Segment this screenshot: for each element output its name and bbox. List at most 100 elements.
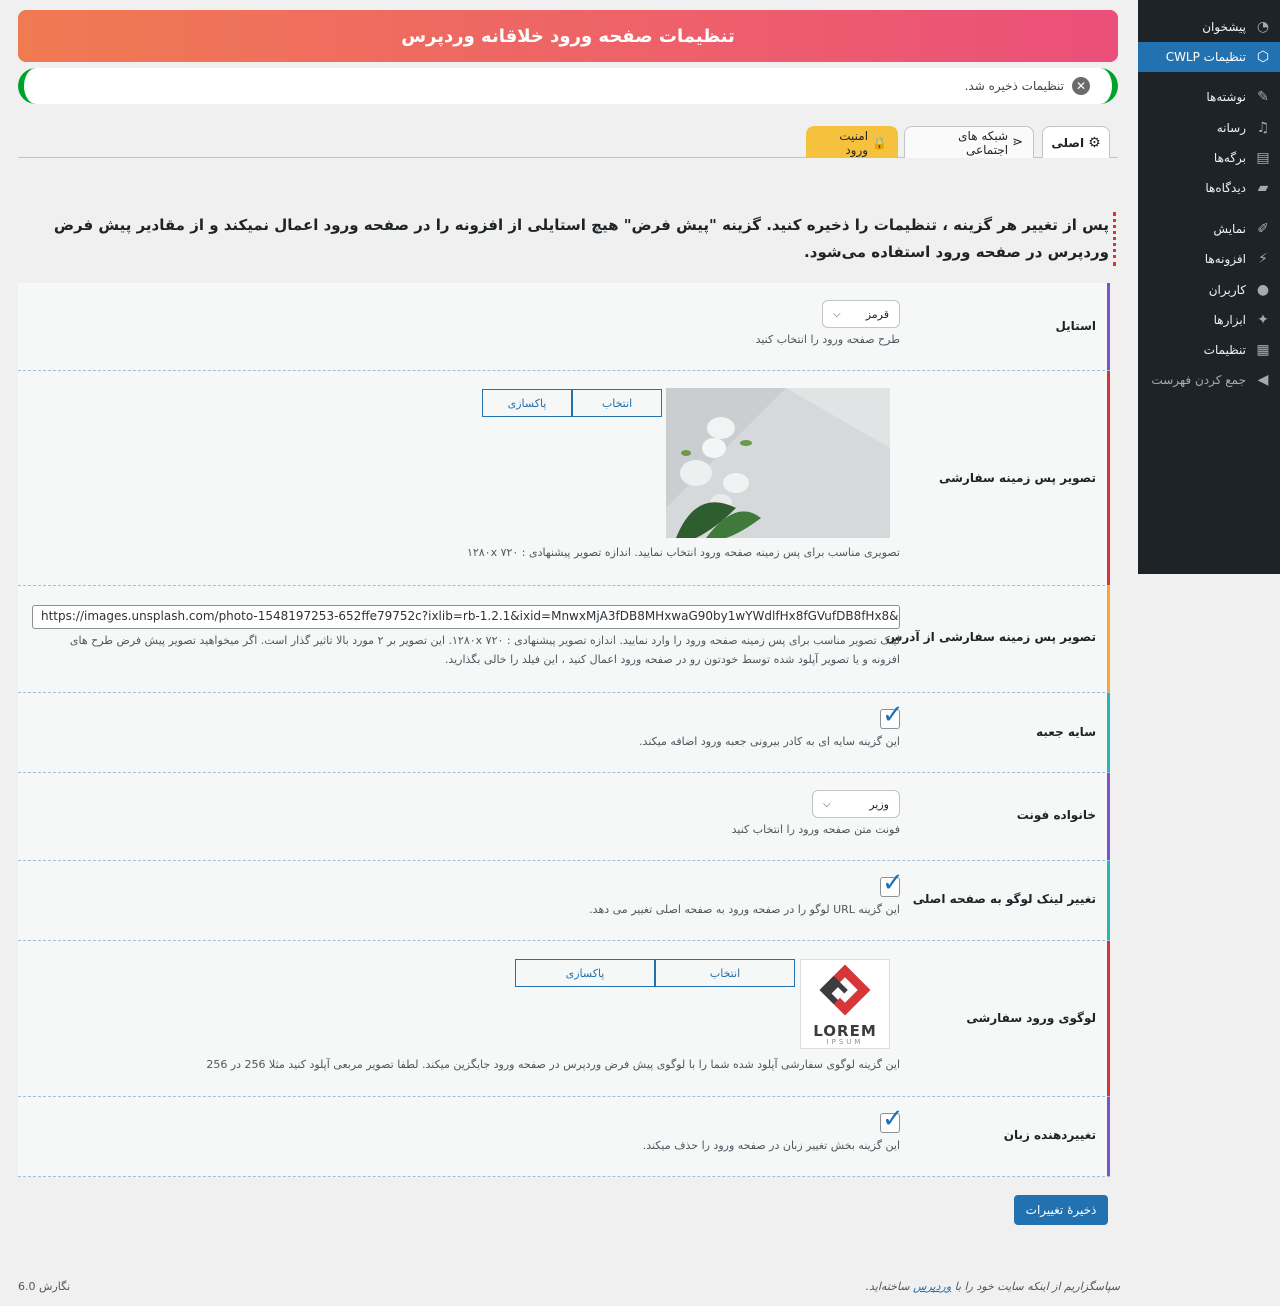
row-description: طرح صفحه ورود را انتخاب کنید (755, 333, 900, 346)
sidebar-item-label: ابزارها (1213, 313, 1246, 327)
sidebar-item-cwlp-settings[interactable]: ⬡ تنظیمات CWLP (1138, 42, 1280, 72)
sidebar-item-label: تنظیمات CWLP (1165, 50, 1246, 64)
intro-text: پس از تغییر هر گزینه ، تنظیمات را ذخیره … (18, 212, 1116, 266)
sidebar-item-posts[interactable]: ✎ نوشته‌ها (1138, 82, 1280, 112)
sidebar-collapse-menu[interactable]: ◀ جمع کردن فهرست (1138, 365, 1280, 395)
admin-sidebar: ◔ پیشخوان ⬡ تنظیمات CWLP ✎ نوشته‌ها ♫ رس… (1130, 0, 1280, 574)
row-label: سایه جعبه (1036, 725, 1096, 739)
page-title-banner: تنظیمات صفحه ورود خلاقانه وردپرس (18, 10, 1118, 62)
sidebar-item-pages[interactable]: ▤ برگه‌ها (1138, 143, 1280, 173)
row-description: این گزینه بخش تغییر زبان در صفحه ورود را… (642, 1139, 900, 1152)
sidebar-item-dashboard[interactable]: ◔ پیشخوان (1138, 12, 1280, 42)
logo-subtext: IPSUM (826, 1038, 864, 1046)
collapse-icon: ◀ (1257, 372, 1269, 388)
tab-label: امنیت ورود (839, 128, 869, 157)
bg-clear-button[interactable]: پاکسازی (482, 389, 572, 417)
footer-version: نگارش 6.0 (18, 1280, 71, 1293)
row-custom-logo: لوگوی ورود سفارشی LOREM IPSUM انتخاب پاک… (18, 941, 1110, 1097)
sidebar-item-label: نوشته‌ها (1206, 90, 1246, 104)
row-label: استایل (1055, 319, 1096, 333)
row-label: تصویر پس زمینه سفارشی از آدرس (885, 630, 1096, 644)
row-control: https://images.unsplash.com/photo-154819… (30, 605, 900, 669)
button-label: پاکسازی (565, 966, 605, 980)
row-accent (1107, 1097, 1110, 1176)
row-description: این گزینه لوگوی سفارشی آپلود شده شما را … (206, 1058, 900, 1071)
sidebar-item-label: نمایش (1213, 222, 1246, 236)
custom-logo-preview: LOREM IPSUM (800, 959, 890, 1049)
button-label: ذخیرهٔ تغییرات (1025, 1203, 1097, 1217)
tab-label: اصلی (1051, 135, 1085, 150)
select-value: قرمز (865, 307, 889, 321)
row-bg-url: تصویر پس زمینه سفارشی از آدرس https://im… (18, 586, 1110, 693)
dismiss-notice-icon[interactable]: ✕ (1072, 77, 1090, 95)
sidebar-item-label: رسانه (1216, 121, 1246, 135)
tab-label: شبکه های اجتماعی (958, 128, 1009, 157)
sidebar-item-appearance[interactable]: ✐ نمایش (1138, 214, 1280, 244)
share-icon: ⋖ (1012, 135, 1023, 150)
wordpress-link[interactable]: وردپرس (913, 1280, 951, 1293)
tab-main[interactable]: ⚙ اصلی (1042, 126, 1110, 158)
footer-thanks: سپاسگزاریم از اینکه سایت خود را با وردپر… (866, 1280, 1120, 1293)
media-icon: ♫ (1256, 120, 1270, 136)
row-control: ✓ این گزینه URL لوگو را در صفحه ورود به … (589, 870, 904, 919)
save-changes-button[interactable]: ذخیرهٔ تغییرات (1014, 1195, 1108, 1225)
brush-icon: ✐ (1257, 221, 1269, 237)
row-label: تصویر پس زمینه سفارشی (938, 471, 1096, 485)
row-accent (1107, 861, 1110, 940)
row-description: لینک تصویر مناسب برای پس زمینه صفحه ورود… (69, 634, 900, 666)
font-select[interactable]: وزیر ⌵ (812, 790, 900, 818)
page-title: تنظیمات صفحه ورود خلاقانه وردپرس (401, 25, 735, 47)
sidebar-item-media[interactable]: ♫ رسانه (1138, 113, 1280, 143)
style-select[interactable]: قرمز ⌵ (822, 300, 900, 328)
saved-notice: ✕ تنظیمات ذخیره شد. (18, 68, 1118, 104)
row-label: لوگوی ورود سفارشی (966, 1011, 1096, 1025)
row-control: ✓ این گزینه بخش تغییر زبان در صفحه ورود … (642, 1106, 904, 1155)
logo-link-checkbox[interactable]: ✓ (880, 870, 904, 897)
sidebar-item-plugins[interactable]: ⚡ افزونه‌ها (1138, 244, 1280, 274)
row-description: این گزینه سایه ای به کادر بیرونی جعبه ور… (639, 735, 900, 748)
gear-icon: ⚙ (1088, 134, 1101, 151)
sidebar-item-label: جمع کردن فهرست (1151, 373, 1246, 387)
row-control: وزیر ⌵ فونت متن صفحه ورود را انتخاب کنید (732, 790, 900, 839)
sidebar-item-label: دیدگاه‌ها (1205, 181, 1246, 195)
sidebar-item-label: کاربران (1208, 283, 1246, 297)
logo-select-button[interactable]: انتخاب (655, 959, 795, 987)
row-label: خانواده فونت (1016, 808, 1096, 822)
sidebar-item-settings[interactable]: ▦ تنظیمات (1138, 335, 1280, 365)
row-accent (1107, 371, 1110, 585)
box-shadow-checkbox[interactable]: ✓ (880, 702, 904, 729)
button-label: انتخاب (601, 396, 633, 410)
row-accent (1107, 586, 1110, 692)
row-description: این گزینه URL لوگو را در صفحه ورود به صف… (589, 903, 900, 916)
cwlp-settings-icon: ⬡ (1256, 49, 1270, 65)
sidebar-item-users[interactable]: ● کاربران (1138, 275, 1280, 305)
pin-icon: ✎ (1257, 89, 1269, 105)
row-font: خانواده فونت وزیر ⌵ فونت متن صفحه ورود ر… (18, 773, 1110, 861)
row-bg-image: تصویر پس زمینه سفارشی انتخاب پاکسازی تصو… (18, 371, 1110, 586)
sidebar-item-comments[interactable]: ▰ دیدگاه‌ها (1138, 173, 1280, 203)
row-style: استایل قرمز ⌵ طرح صفحه ورود را انتخاب کن… (18, 283, 1110, 371)
chevron-down-icon: ⌵ (823, 798, 831, 810)
tab-social[interactable]: ⋖ شبکه های اجتماعی (904, 126, 1034, 158)
row-control: قرمز ⌵ طرح صفحه ورود را انتخاب کنید (756, 300, 900, 349)
tools-icon: ✦ (1257, 312, 1269, 328)
bg-select-button[interactable]: انتخاب (572, 389, 662, 417)
row-logo-link: تغییر لینک لوگو به صفحه اصلی ✓ این گزینه… (18, 861, 1110, 941)
bg-url-input[interactable]: https://images.unsplash.com/photo-154819… (32, 605, 900, 629)
active-menu-arrow (1130, 48, 1138, 64)
notice-text: تنظیمات ذخیره شد. (964, 79, 1064, 93)
row-label: تغییر لینک لوگو به صفحه اصلی (912, 892, 1096, 906)
row-accent (1107, 941, 1110, 1096)
lock-icon: 🔒 (872, 135, 887, 150)
row-description: فونت متن صفحه ورود را انتخاب کنید (731, 823, 900, 836)
chevron-down-icon: ⌵ (833, 308, 841, 320)
settings-icon: ▦ (1256, 342, 1270, 358)
sidebar-item-tools[interactable]: ✦ ابزارها (1138, 305, 1280, 335)
tab-login-security[interactable]: 🔒 امنیت ورود (806, 126, 898, 158)
select-value: وزیر (869, 797, 889, 811)
language-switcher-checkbox[interactable]: ✓ (880, 1106, 904, 1133)
checkmark-icon: ✓ (882, 700, 904, 730)
logo-clear-button[interactable]: پاکسازی (515, 959, 655, 987)
dashboard-icon: ◔ (1256, 19, 1270, 35)
sidebar-item-label: پیشخوان (1202, 20, 1246, 34)
